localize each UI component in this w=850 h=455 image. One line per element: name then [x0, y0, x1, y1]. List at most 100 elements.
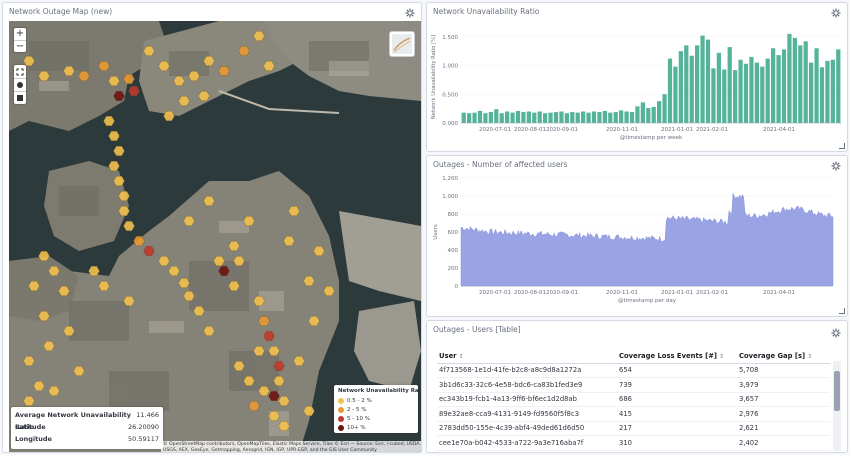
gear-icon[interactable]: [405, 8, 415, 18]
bar[interactable]: [488, 112, 493, 123]
users-chart[interactable]: 0 200 400 600 800 1,000 1,200 2020-07-01 2020-08…: [427, 156, 848, 317]
bar[interactable]: [792, 37, 797, 123]
bar[interactable]: [526, 111, 531, 124]
bar[interactable]: [760, 66, 765, 123]
bar[interactable]: [673, 66, 678, 123]
zoom-out-button[interactable]: −: [14, 40, 26, 52]
area-series[interactable]: [460, 193, 834, 287]
bar[interactable]: [467, 113, 472, 123]
bar[interactable]: [825, 60, 830, 123]
bar[interactable]: [689, 55, 694, 123]
bar[interactable]: [651, 106, 656, 123]
bar[interactable]: [510, 112, 515, 123]
bar[interactable]: [798, 45, 803, 123]
bar[interactable]: [684, 45, 689, 123]
bar[interactable]: [743, 63, 749, 123]
bar[interactable]: [494, 109, 499, 123]
bar[interactable]: [705, 39, 711, 123]
column-header-coverage-gap[interactable]: Coverage Gap [s] ⇕: [737, 349, 830, 364]
bar[interactable]: [553, 112, 559, 123]
layers-control-button[interactable]: [389, 31, 415, 57]
bar[interactable]: [733, 70, 738, 123]
bar[interactable]: [591, 111, 597, 124]
bar[interactable]: [624, 111, 629, 124]
bar[interactable]: [499, 113, 504, 123]
bar[interactable]: [711, 68, 716, 123]
bar[interactable]: [635, 106, 640, 123]
legend-label: 10+ %: [347, 424, 366, 431]
ratio-chart[interactable]: 0.000 0.500 1.000 1.500 2020-07-01 2020-08-01…: [427, 3, 848, 152]
bar[interactable]: [629, 112, 635, 123]
gear-icon[interactable]: [831, 328, 841, 338]
bar[interactable]: [803, 41, 808, 123]
bar[interactable]: [830, 59, 835, 123]
gear-icon[interactable]: [831, 161, 841, 171]
bar[interactable]: [754, 62, 759, 123]
bar[interactable]: [564, 113, 569, 123]
fit-bounds-button[interactable]: [14, 65, 26, 78]
bar[interactable]: [570, 112, 575, 123]
bar[interactable]: [483, 113, 488, 123]
bar[interactable]: [532, 112, 537, 123]
bar[interactable]: [657, 101, 662, 123]
table-row[interactable]: 4f713568-1e1d-41fe-b2c8-a8c9d8a1272a 654 5…: [437, 363, 830, 378]
bar[interactable]: [586, 112, 591, 123]
bar[interactable]: [722, 69, 727, 123]
bar[interactable]: [559, 111, 564, 124]
bar[interactable]: [765, 58, 770, 123]
bar[interactable]: [613, 112, 618, 123]
bar[interactable]: [716, 52, 721, 123]
table-scrollbar[interactable]: [833, 361, 841, 451]
x-tick-label: 2020-09-01: [546, 290, 578, 296]
table-row[interactable]: ec343b19-fcb1-4a13-9ff6-bf6ec1d2d8ab 686 3…: [437, 392, 830, 407]
bar[interactable]: [814, 48, 819, 123]
bar[interactable]: [809, 62, 814, 123]
bar[interactable]: [548, 112, 553, 123]
bar[interactable]: [738, 59, 743, 123]
bar[interactable]: [667, 58, 673, 123]
draw-bounds-button[interactable]: [14, 91, 26, 104]
bar[interactable]: [575, 112, 580, 123]
bar[interactable]: [727, 47, 732, 123]
bar[interactable]: [678, 51, 683, 123]
bar[interactable]: [581, 111, 586, 124]
table-row[interactable]: cee1e70a-b042-4533-a722-9a3e716aba7f 310 2…: [437, 435, 830, 451]
gear-icon[interactable]: [831, 8, 841, 18]
scrollbar-thumb[interactable]: [834, 371, 840, 411]
y-tick-label: 1.500: [442, 35, 458, 41]
resize-handle[interactable]: [839, 308, 845, 314]
bar[interactable]: [646, 108, 651, 123]
bar[interactable]: [537, 111, 542, 124]
bar[interactable]: [602, 110, 607, 123]
bar[interactable]: [619, 110, 624, 123]
bar[interactable]: [597, 112, 602, 123]
draw-shape-button[interactable]: [14, 78, 26, 91]
bar[interactable]: [836, 49, 841, 123]
bar[interactable]: [477, 110, 483, 123]
table-row[interactable]: 89e32ae8-cca9-4131-9149-fd9560f5f8c3 415 2…: [437, 406, 830, 422]
column-header-user[interactable]: User ⇕: [437, 349, 617, 364]
bar[interactable]: [695, 45, 700, 123]
table-row[interactable]: 2783dd50-155e-4c39-abf4-49ded61d6d50 217 2…: [437, 421, 830, 436]
bar[interactable]: [505, 111, 510, 124]
bar[interactable]: [472, 112, 477, 123]
bar[interactable]: [543, 113, 548, 123]
bar[interactable]: [461, 112, 466, 123]
bar[interactable]: [781, 49, 787, 123]
table-row[interactable]: 3b1d6c33-32c6-4e58-bdc6-ca83b1fed3e9 739 3…: [437, 377, 830, 393]
bar[interactable]: [515, 110, 521, 123]
bar[interactable]: [749, 56, 754, 123]
bar[interactable]: [662, 94, 667, 123]
bar[interactable]: [771, 48, 776, 123]
bar[interactable]: [521, 112, 526, 123]
resize-handle[interactable]: [839, 143, 845, 149]
bar[interactable]: [776, 55, 781, 123]
bar[interactable]: [787, 33, 792, 123]
zoom-in-button[interactable]: +: [14, 28, 26, 40]
bar[interactable]: [819, 67, 825, 123]
bar[interactable]: [608, 112, 613, 123]
bar[interactable]: [700, 35, 705, 123]
bar[interactable]: [640, 102, 645, 123]
map-canvas[interactable]: + − Network Unavailability Ratio 0.5 - 2…: [9, 21, 421, 452]
column-header-loss-events[interactable]: Coverage Loss Events [#] ⇕: [617, 349, 737, 364]
